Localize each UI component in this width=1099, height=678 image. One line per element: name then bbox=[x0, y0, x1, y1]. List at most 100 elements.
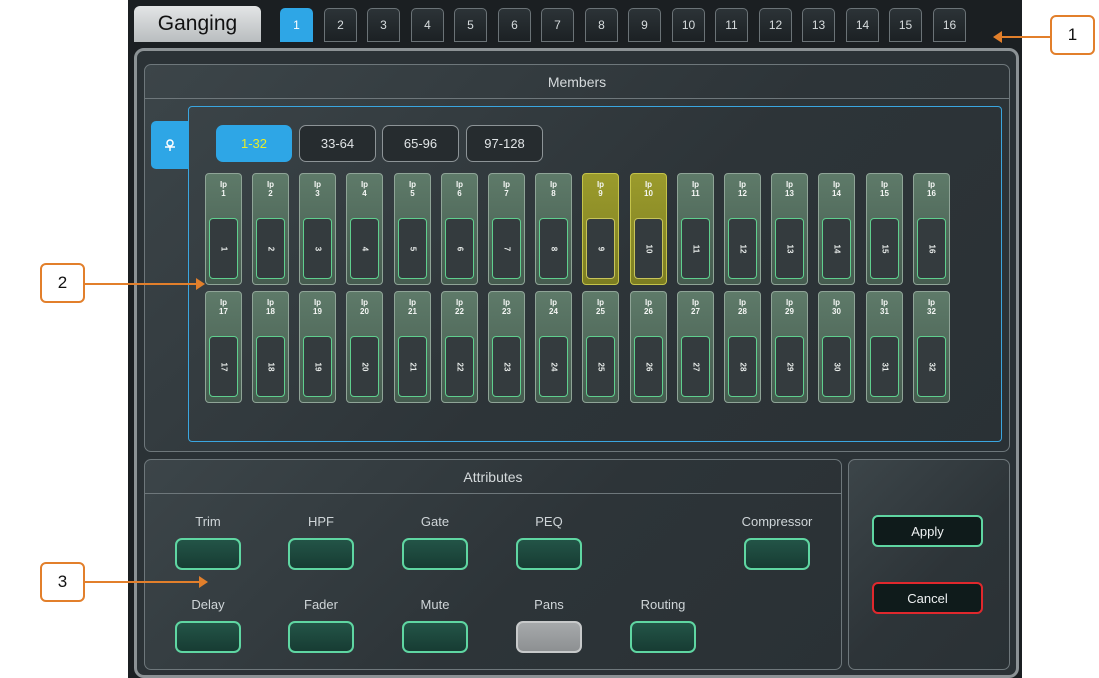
gang-tab-2[interactable]: 2 bbox=[324, 8, 357, 42]
channel-select-button[interactable]: 32 bbox=[917, 336, 946, 397]
channel-select-button[interactable]: 10 bbox=[634, 218, 663, 279]
channel-10[interactable]: Ip 10 10 bbox=[630, 173, 667, 285]
channel-2[interactable]: Ip 2 2 bbox=[252, 173, 289, 285]
channel-15[interactable]: Ip 15 15 bbox=[866, 173, 903, 285]
channel-select-button[interactable]: 17 bbox=[209, 336, 238, 397]
channel-11[interactable]: Ip 11 11 bbox=[677, 173, 714, 285]
channel-select-button[interactable]: 16 bbox=[917, 218, 946, 279]
routing-toggle[interactable] bbox=[630, 621, 696, 653]
trim-toggle[interactable] bbox=[175, 538, 241, 570]
channel-select-button[interactable]: 18 bbox=[256, 336, 285, 397]
channel-7[interactable]: Ip 7 7 bbox=[488, 173, 525, 285]
channel-select-button[interactable]: 31 bbox=[870, 336, 899, 397]
channel-select-button[interactable]: 28 bbox=[728, 336, 757, 397]
channel-13[interactable]: Ip 13 13 bbox=[771, 173, 808, 285]
channel-select-button[interactable]: 14 bbox=[822, 218, 851, 279]
channel-12[interactable]: Ip 12 12 bbox=[724, 173, 761, 285]
channel-25[interactable]: Ip 25 25 bbox=[582, 291, 619, 403]
input-source-tab[interactable] bbox=[151, 121, 189, 169]
channel-18[interactable]: Ip 18 18 bbox=[252, 291, 289, 403]
gang-tab-16[interactable]: 16 bbox=[933, 8, 966, 42]
channel-select-button[interactable]: 8 bbox=[539, 218, 568, 279]
channel-16[interactable]: Ip 16 16 bbox=[913, 173, 950, 285]
channel-select-button[interactable]: 23 bbox=[492, 336, 521, 397]
gang-tab-3[interactable]: 3 bbox=[367, 8, 400, 42]
channel-1[interactable]: Ip 1 1 bbox=[205, 173, 242, 285]
channel-23[interactable]: Ip 23 23 bbox=[488, 291, 525, 403]
channel-label: Ip 12 bbox=[738, 180, 747, 198]
channel-select-button[interactable]: 3 bbox=[303, 218, 332, 279]
cancel-button[interactable]: Cancel bbox=[872, 582, 983, 614]
peq-toggle[interactable] bbox=[516, 538, 582, 570]
channel-select-button[interactable]: 21 bbox=[398, 336, 427, 397]
channel-select-button[interactable]: 27 bbox=[681, 336, 710, 397]
channel-22[interactable]: Ip 22 22 bbox=[441, 291, 478, 403]
channel-number: 9 bbox=[596, 246, 605, 251]
gang-tab-9[interactable]: 9 bbox=[628, 8, 661, 42]
channel-17[interactable]: Ip 17 17 bbox=[205, 291, 242, 403]
gang-tab-6[interactable]: 6 bbox=[498, 8, 531, 42]
apply-button[interactable]: Apply bbox=[872, 515, 983, 547]
gang-tab-12[interactable]: 12 bbox=[759, 8, 792, 42]
channel-select-button[interactable]: 12 bbox=[728, 218, 757, 279]
channel-select-button[interactable]: 9 bbox=[586, 218, 615, 279]
channel-30[interactable]: Ip 30 30 bbox=[818, 291, 855, 403]
channel-29[interactable]: Ip 29 29 bbox=[771, 291, 808, 403]
channel-select-button[interactable]: 4 bbox=[350, 218, 379, 279]
channel-19[interactable]: Ip 19 19 bbox=[299, 291, 336, 403]
channel-20[interactable]: Ip 20 20 bbox=[346, 291, 383, 403]
channel-select-button[interactable]: 2 bbox=[256, 218, 285, 279]
channel-select-button[interactable]: 15 bbox=[870, 218, 899, 279]
gang-tab-8[interactable]: 8 bbox=[585, 8, 618, 42]
gate-toggle[interactable] bbox=[402, 538, 468, 570]
gang-tab-4[interactable]: 4 bbox=[411, 8, 444, 42]
channel-3[interactable]: Ip 3 3 bbox=[299, 173, 336, 285]
channel-select-button[interactable]: 20 bbox=[350, 336, 379, 397]
gang-tab-11[interactable]: 11 bbox=[715, 8, 748, 42]
gang-tab-13[interactable]: 13 bbox=[802, 8, 835, 42]
hpf-toggle[interactable] bbox=[288, 538, 354, 570]
gang-tab-7[interactable]: 7 bbox=[541, 8, 574, 42]
gang-tab-5[interactable]: 5 bbox=[454, 8, 487, 42]
channel-9[interactable]: Ip 9 9 bbox=[582, 173, 619, 285]
channel-select-button[interactable]: 22 bbox=[445, 336, 474, 397]
bank-tab-33-64[interactable]: 33-64 bbox=[299, 125, 376, 162]
channel-select-button[interactable]: 25 bbox=[586, 336, 615, 397]
channel-6[interactable]: Ip 6 6 bbox=[441, 173, 478, 285]
channel-28[interactable]: Ip 28 28 bbox=[724, 291, 761, 403]
gang-tab-1[interactable]: 1 bbox=[280, 8, 313, 42]
mute-toggle[interactable] bbox=[402, 621, 468, 653]
fader-toggle[interactable] bbox=[288, 621, 354, 653]
channel-27[interactable]: Ip 27 27 bbox=[677, 291, 714, 403]
channel-4[interactable]: Ip 4 4 bbox=[346, 173, 383, 285]
channel-select-button[interactable]: 19 bbox=[303, 336, 332, 397]
bank-tab-1-32[interactable]: 1-32 bbox=[216, 125, 292, 162]
channel-select-button[interactable]: 26 bbox=[634, 336, 663, 397]
bank-tab-97-128[interactable]: 97-128 bbox=[466, 125, 543, 162]
gang-tab-14[interactable]: 14 bbox=[846, 8, 879, 42]
channel-select-button[interactable]: 11 bbox=[681, 218, 710, 279]
channel-21[interactable]: Ip 21 21 bbox=[394, 291, 431, 403]
bank-tab-65-96[interactable]: 65-96 bbox=[382, 125, 459, 162]
channel-select-button[interactable]: 30 bbox=[822, 336, 851, 397]
channel-32[interactable]: Ip 32 32 bbox=[913, 291, 950, 403]
channel-31[interactable]: Ip 31 31 bbox=[866, 291, 903, 403]
channel-5[interactable]: Ip 5 5 bbox=[394, 173, 431, 285]
channel-24[interactable]: Ip 24 24 bbox=[535, 291, 572, 403]
channel-select-button[interactable]: 5 bbox=[398, 218, 427, 279]
channel-select-button[interactable]: 29 bbox=[775, 336, 804, 397]
channel-label: Ip 27 bbox=[691, 298, 700, 316]
delay-toggle[interactable] bbox=[175, 621, 241, 653]
channel-select-button[interactable]: 6 bbox=[445, 218, 474, 279]
channel-26[interactable]: Ip 26 26 bbox=[630, 291, 667, 403]
pans-toggle[interactable] bbox=[516, 621, 582, 653]
channel-select-button[interactable]: 13 bbox=[775, 218, 804, 279]
channel-select-button[interactable]: 24 bbox=[539, 336, 568, 397]
channel-select-button[interactable]: 7 bbox=[492, 218, 521, 279]
gang-tab-15[interactable]: 15 bbox=[889, 8, 922, 42]
channel-select-button[interactable]: 1 bbox=[209, 218, 238, 279]
compressor-toggle[interactable] bbox=[744, 538, 810, 570]
channel-8[interactable]: Ip 8 8 bbox=[535, 173, 572, 285]
channel-14[interactable]: Ip 14 14 bbox=[818, 173, 855, 285]
gang-tab-10[interactable]: 10 bbox=[672, 8, 705, 42]
